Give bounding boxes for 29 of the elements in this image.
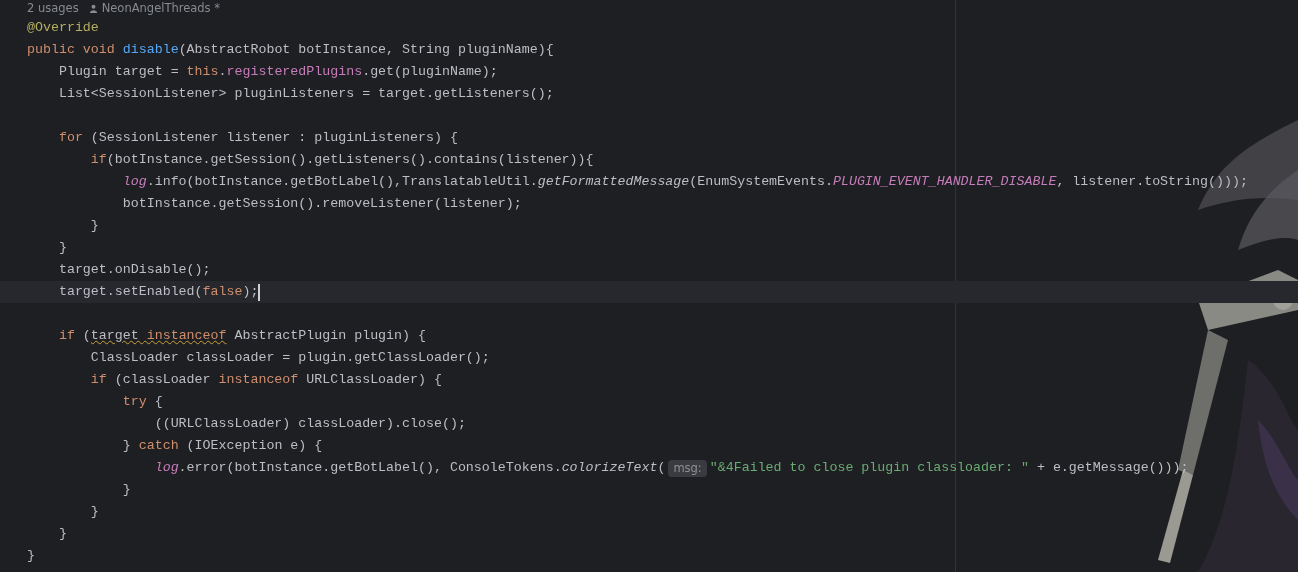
code-line: "&4Failed to close plugin classloader: " + e.getMessage())); — [709, 459, 1189, 478]
code-line: } — [89, 503, 99, 522]
code-line: ClassLoader classLoader = plugin.getClassLoader(); — [89, 349, 490, 368]
code-line: botInstance.getSession().removeListener(listener); — [121, 195, 522, 214]
author-label[interactable]: NeonAngelThreads * — [101, 0, 220, 18]
person-icon — [88, 4, 98, 13]
code-line: } — [89, 217, 99, 236]
code-line: List<SessionListener> pluginListeners = target.getListeners(); — [57, 85, 554, 104]
code-line: } — [57, 239, 67, 258]
parameter-hint: msg: — [668, 459, 707, 477]
usages-link[interactable]: 2 usages — [27, 0, 79, 18]
code-line: target.onDisable(); — [57, 261, 211, 280]
code-line: @Override — [27, 19, 99, 38]
code-line: } — [121, 481, 131, 500]
code-line: log.error(botInstance.getBotLabel(), ConsoleTokens.colorizeText( — [153, 459, 666, 478]
code-line: if (target instanceof AbstractPlugin plugin) { — [57, 327, 426, 346]
code-line: public void disable(AbstractRobot botInstance, String pluginName){ — [27, 41, 554, 60]
code-line: try { — [121, 393, 163, 412]
code-line: } — [57, 525, 67, 544]
code-line: if(botInstance.getSession().getListeners().contains(listener)){ — [89, 151, 594, 170]
code-line: log.info(botInstance.getBotLabel(),TranslatableUtil.getFormattedMessage(EnumSystemEvents.PLUGIN_EVENT_HANDLER_DISABLE, listener.toString())); — [121, 173, 1248, 192]
code-line: for (SessionListener listener : pluginListeners) { — [57, 129, 458, 148]
code-line: target.setEnabled(false); — [57, 283, 259, 302]
code-line: } catch (IOException e) { — [121, 437, 323, 456]
code-line: Plugin target = this.registeredPlugins.get(pluginName); — [57, 63, 498, 82]
code-line: if (classLoader instanceof URLClassLoader) { — [89, 371, 442, 390]
text-cursor — [258, 283, 261, 301]
code-line: } — [27, 547, 35, 566]
code-line: ((URLClassLoader) classLoader).close(); — [153, 415, 466, 434]
